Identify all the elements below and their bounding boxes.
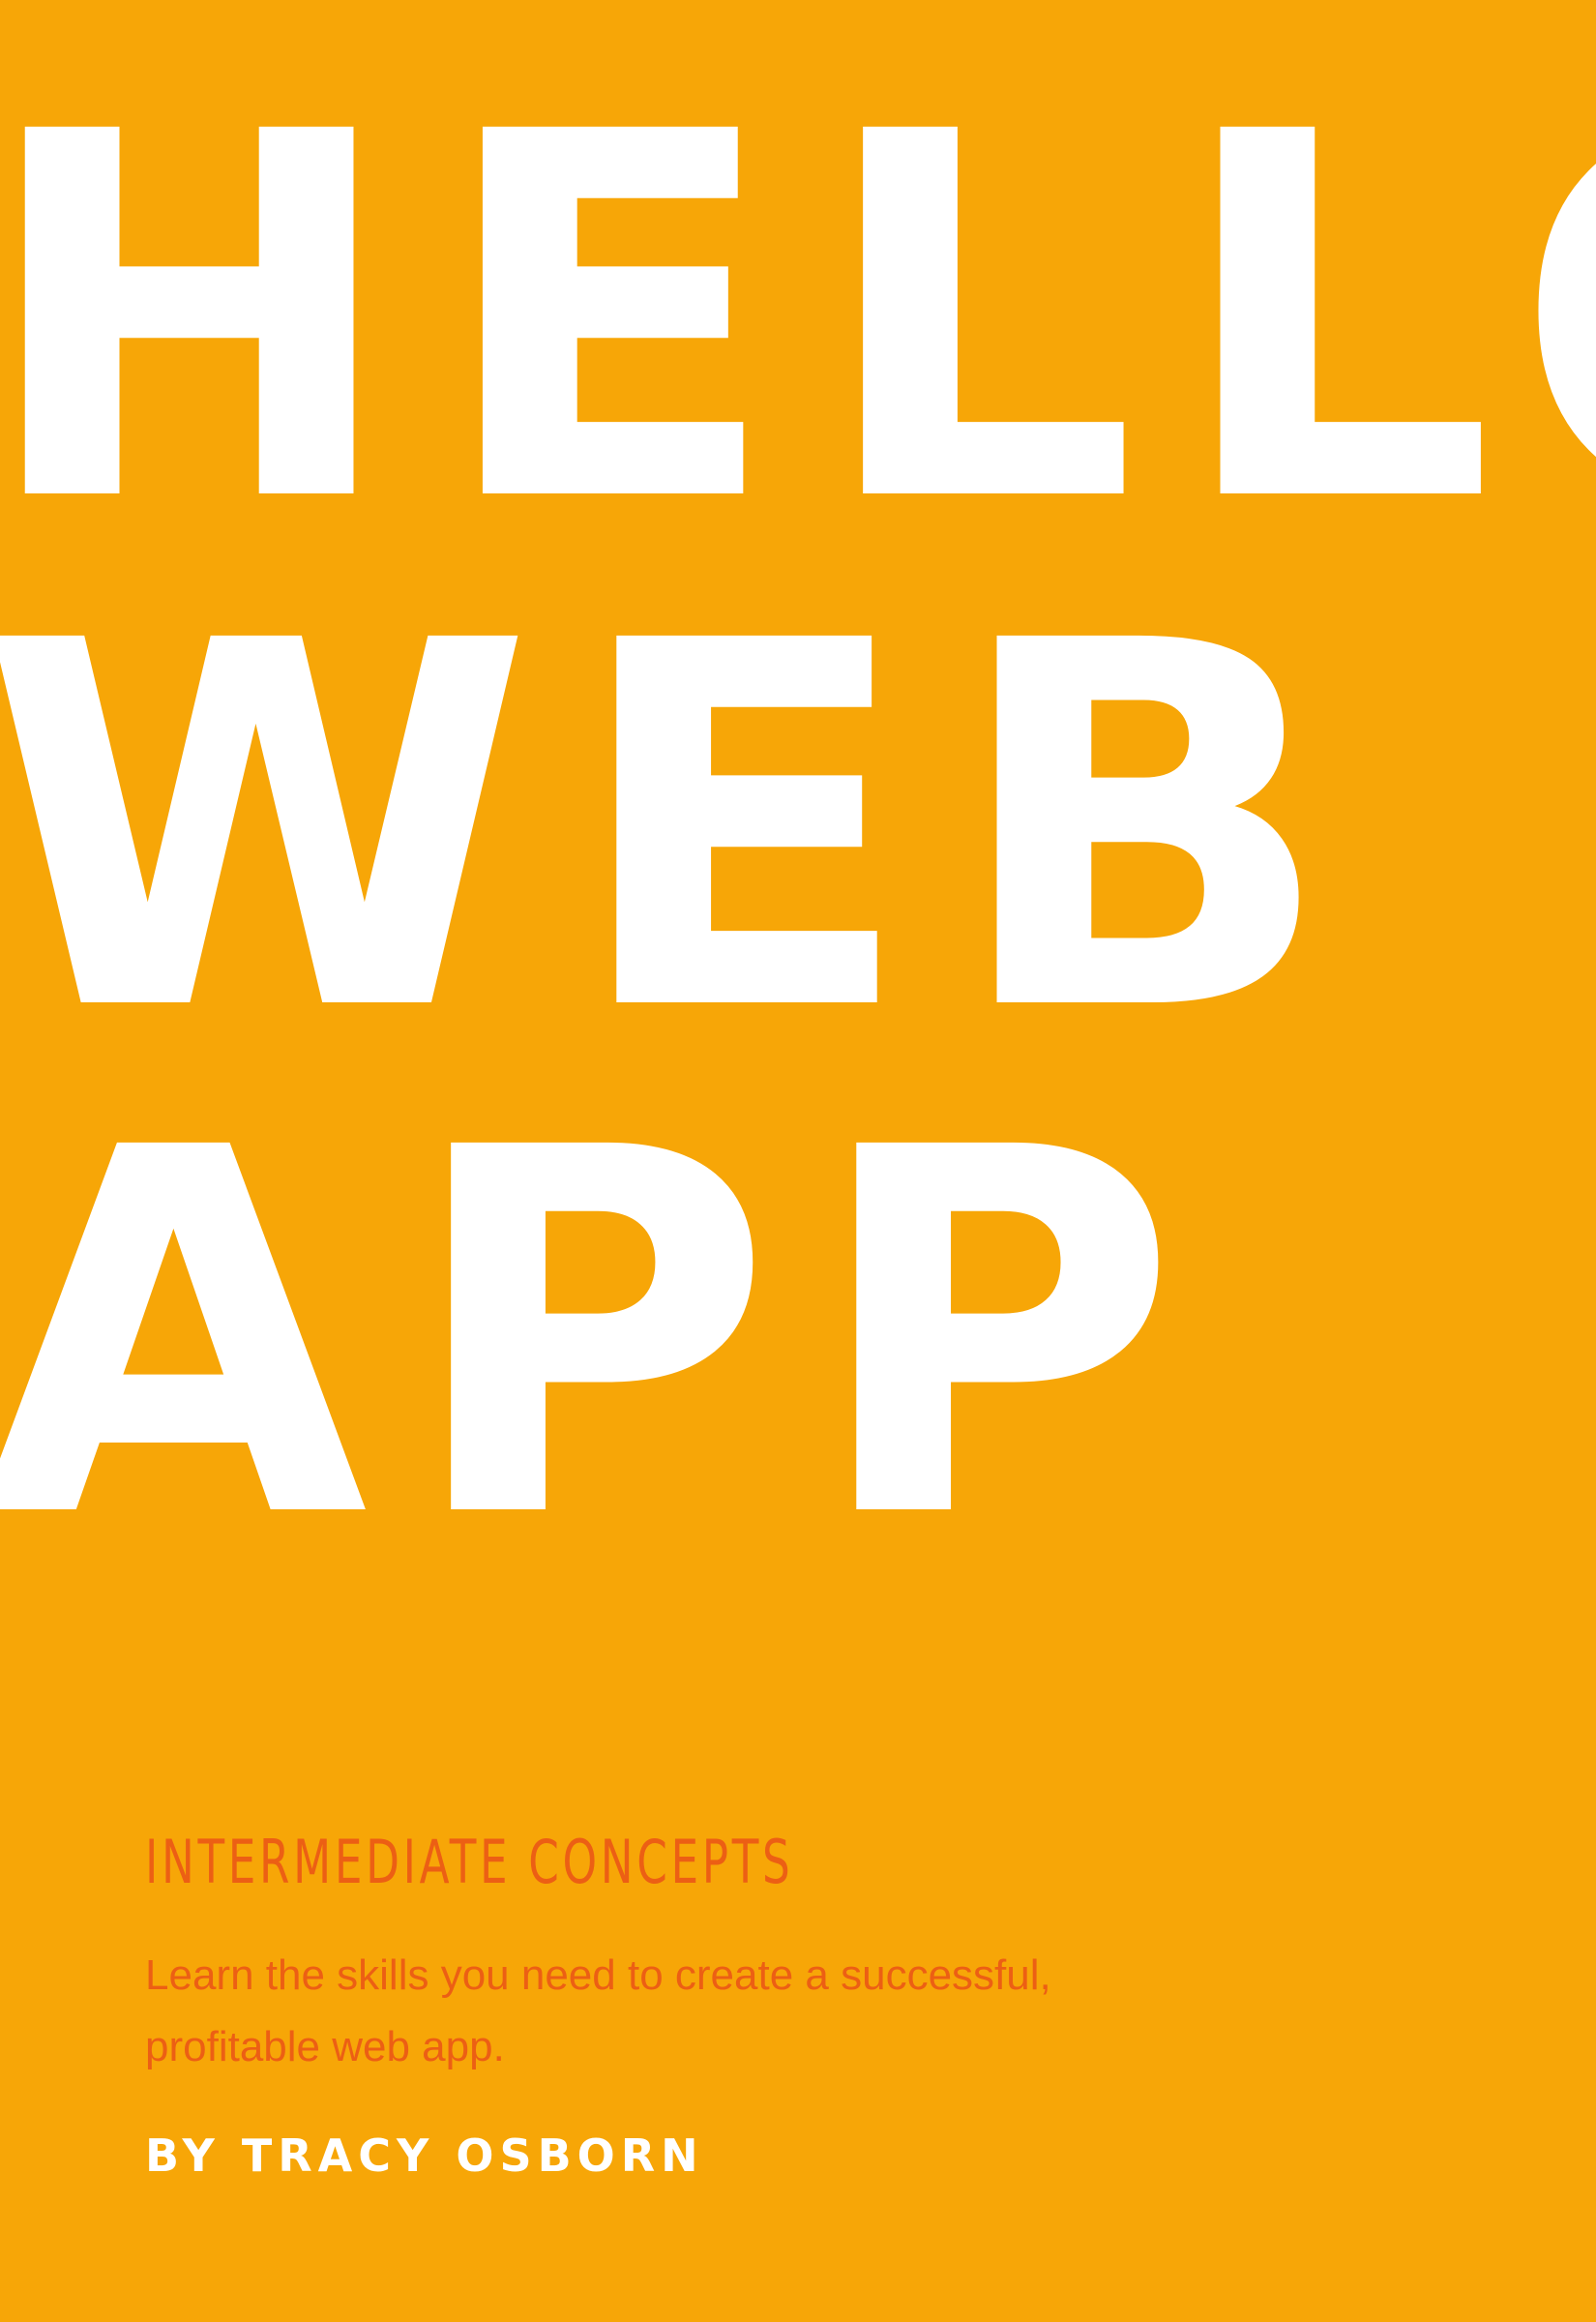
book-cover: HELLO WEB APP INTERMEDIATE CONCEPTS Lear… [0, 0, 1596, 2322]
title-line-app: APP [0, 1042, 1216, 1628]
title-line-web: WEB [0, 535, 1372, 1121]
description-line-2: profitable web app. [145, 2023, 505, 2070]
subtitle: INTERMEDIATE CONCEPTS [145, 1827, 794, 1897]
title-line-hello: HELLO [0, 26, 1596, 612]
author-byline: BY TRACY OSBORN [145, 2129, 704, 2182]
description-line-1: Learn the skills you need to create a su… [145, 1951, 1051, 1999]
description: Learn the skills you need to create a su… [145, 1940, 1306, 2083]
